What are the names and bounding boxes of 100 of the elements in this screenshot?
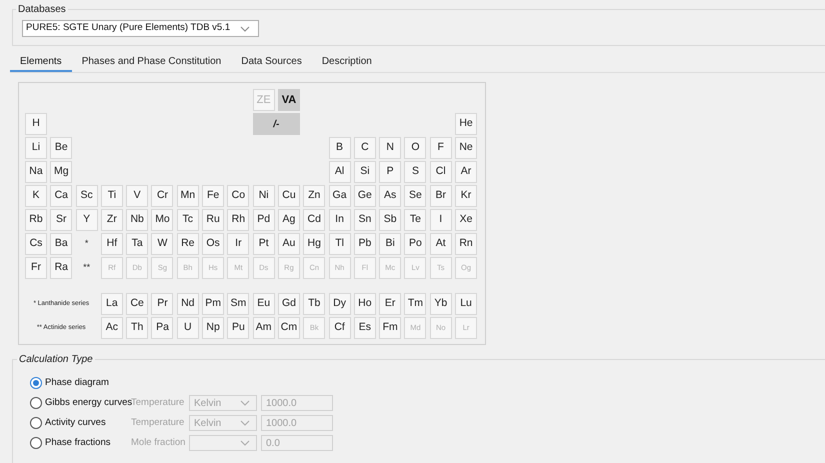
element-button[interactable]: Am [252,317,275,339]
element-button[interactable]: Ho [354,293,376,315]
element-button[interactable]: Ag [278,209,300,231]
element-button[interactable]: Ni [252,185,275,207]
element-button[interactable]: Pa [151,317,174,339]
element-button[interactable]: Ra [50,257,72,279]
element-button[interactable]: As [379,185,402,207]
element-button[interactable]: Tl [328,233,351,255]
unit-dropdown[interactable] [189,435,257,451]
element-button[interactable]: Sm [227,293,250,315]
element-button[interactable]: C [354,137,376,159]
element-button[interactable]: S [404,161,426,183]
element-button[interactable]: Gd [278,293,300,315]
element-button[interactable]: Cu [278,185,300,207]
element-button[interactable]: P [379,161,402,183]
element-button[interactable]: Hg [303,233,326,255]
element-button[interactable]: Pm [202,293,224,315]
element-button[interactable]: Es [354,317,376,339]
tab[interactable]: Data Sources [231,52,312,72]
element-button[interactable]: Al [328,161,351,183]
element-button[interactable]: Pt [252,233,275,255]
element-button[interactable]: Np [202,317,224,339]
database-dropdown[interactable]: PURE5: SGTE Unary (Pure Elements) TDB v5.1 [22,20,259,37]
element-button[interactable]: Cl [430,161,452,183]
element-button[interactable]: Sc [76,185,98,207]
element-button[interactable]: Fr [25,257,47,279]
element-button[interactable]: Ca [50,185,72,207]
element-button[interactable]: B [328,137,351,159]
element-button[interactable]: Ti [100,185,123,207]
element-button[interactable]: Rb [25,209,47,231]
element-button[interactable]: Ne [455,137,478,159]
element-button[interactable]: Eu [252,293,275,315]
element-button[interactable]: V [126,185,148,207]
element-button[interactable]: Ac [100,317,123,339]
element-button[interactable]: Dy [328,293,351,315]
element-button[interactable]: Er [379,293,402,315]
element-button[interactable]: Ar [455,161,478,183]
element-button[interactable]: Pb [354,233,376,255]
radio-option[interactable]: Gibbs energy curves [30,396,131,410]
element-button[interactable]: Au [278,233,300,255]
element-button[interactable]: Cm [278,317,300,339]
element-button[interactable]: In [328,209,351,231]
tab[interactable]: Elements [10,52,72,72]
element-button[interactable]: Br [430,185,452,207]
element-button[interactable]: Co [227,185,250,207]
element-button[interactable]: Mn [176,185,199,207]
element-button[interactable]: Sr [50,209,72,231]
element-button[interactable]: Y [76,209,98,231]
element-button[interactable]: Bi [379,233,402,255]
element-button[interactable]: Sn [354,209,376,231]
element-button[interactable]: Ga [328,185,351,207]
element-button[interactable]: Cd [303,209,326,231]
element-button[interactable]: Pr [151,293,174,315]
element-button[interactable]: Tb [303,293,326,315]
element-button[interactable]: Tc [176,209,199,231]
element-button[interactable]: Fe [202,185,224,207]
element-button[interactable]: N [379,137,402,159]
element-button[interactable]: Te [404,209,426,231]
element-button[interactable]: Sb [379,209,402,231]
element-button[interactable]: Cs [25,233,47,255]
radio-option[interactable]: Activity curves [30,416,131,430]
element-button[interactable]: Ge [354,185,376,207]
element-button[interactable]: Cr [151,185,174,207]
element-button[interactable]: Pu [227,317,250,339]
element-button[interactable]: Ta [126,233,148,255]
element-button[interactable]: U [176,317,199,339]
radio-option[interactable]: Phase fractions [30,436,131,450]
element-button[interactable]: O [404,137,426,159]
radio-option[interactable]: Phase diagram [30,376,131,390]
element-button[interactable]: W [151,233,174,255]
element-button[interactable]: Os [202,233,224,255]
element-button[interactable]: Rh [227,209,250,231]
element-button[interactable]: Re [176,233,199,255]
element-button[interactable]: Pd [252,209,275,231]
element-button[interactable]: Si [354,161,376,183]
element-button[interactable]: K [25,185,47,207]
element-button[interactable]: Kr [455,185,478,207]
tab[interactable]: Phases and Phase Constitution [72,52,232,72]
element-button[interactable]: F [430,137,452,159]
element-button[interactable]: Be [50,137,72,159]
element-button[interactable]: Se [404,185,426,207]
species-button[interactable]: VA [278,89,300,111]
element-button[interactable]: He [455,113,478,135]
element-button[interactable]: Mo [151,209,174,231]
element-button[interactable]: Zn [303,185,326,207]
element-button[interactable]: Mg [50,161,72,183]
element-button[interactable]: H [25,113,47,135]
element-button[interactable]: I [430,209,452,231]
element-button[interactable]: Xe [455,209,478,231]
element-button[interactable]: La [100,293,123,315]
tab[interactable]: Description [312,52,382,72]
charge-button[interactable]: /- [252,113,300,135]
element-button[interactable]: Po [404,233,426,255]
element-button[interactable]: Nb [126,209,148,231]
element-button[interactable]: At [430,233,452,255]
element-button[interactable]: Ru [202,209,224,231]
element-button[interactable]: Yb [430,293,452,315]
element-button[interactable]: Ir [227,233,250,255]
element-button[interactable]: Na [25,161,47,183]
element-button[interactable]: Ce [126,293,148,315]
